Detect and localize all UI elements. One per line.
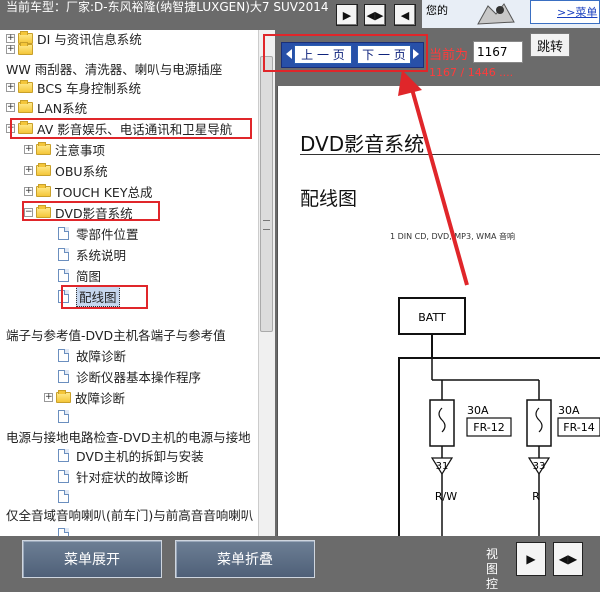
split-icon: ◀▶ <box>558 552 578 566</box>
folder-icon <box>18 41 33 55</box>
view-single-button[interactable]: ▶ <box>516 542 546 576</box>
arrow-left-icon: ◀ <box>400 8 410 22</box>
fuse-2 <box>526 399 552 447</box>
tree-row[interactable]: + 注意事项 <box>24 139 105 159</box>
page-number-input[interactable] <box>473 41 523 63</box>
tree-row[interactable]: + OBU系统 <box>24 160 108 180</box>
tree-leaf[interactable]: 简图 <box>58 265 101 285</box>
document-icon <box>58 226 69 240</box>
show-left-button[interactable]: ◀ <box>394 4 416 26</box>
tree-leaf[interactable]: 系统说明 <box>58 244 126 264</box>
document-icon <box>58 247 69 261</box>
tree-leaf[interactable] <box>58 406 76 426</box>
tree-row[interactable]: + <box>6 39 37 59</box>
catalog-tree: + DI 与资讯信息系统 + WW 雨刮器、清洗器、喇叭与电源插座 + BCS 车身… <box>0 30 274 536</box>
tree-leaf[interactable] <box>58 486 76 506</box>
tree-row[interactable]: 端子与参考值-DVD主机各端子与参考值 <box>6 324 226 344</box>
document-icon <box>58 527 69 536</box>
fuse-box <box>398 357 600 536</box>
banner-text: 您的 <box>426 4 448 17</box>
fuse-1-amp: 30A <box>467 404 489 417</box>
tree-leaf[interactable] <box>58 524 76 536</box>
page-count: 1167 / 1446 .... <box>429 66 514 79</box>
tree-row[interactable]: + BCS 车身控制系统 <box>6 77 141 97</box>
fuse-2-name: FR-14 <box>563 421 595 434</box>
view-split-button[interactable]: ◀▶ <box>553 542 583 576</box>
current-car-label: 当前车型：厂家:D-东风裕隆(纳智捷LUXGEN)大7 SUV2014 <box>6 0 329 14</box>
pin-31: 31 <box>436 461 449 472</box>
expand-menu-button[interactable]: 菜单展开 <box>22 540 162 578</box>
folder-icon <box>18 79 33 93</box>
expand-icon[interactable]: + <box>6 102 15 112</box>
highlight-pager <box>263 34 428 72</box>
document-icon <box>58 489 69 503</box>
fuse-1 <box>429 399 455 447</box>
collapse-menu-button[interactable]: 菜单折叠 <box>175 540 315 578</box>
expand-icon[interactable]: + <box>44 392 53 402</box>
tree-row[interactable]: 仅全音域音响喇叭(前车门)与前高音音响喇叭 <box>6 504 253 524</box>
wiring-diagram: BATT 30A FR-12 30A FR-14 31 33 . R/W R <box>398 297 600 536</box>
tree-leaf[interactable]: 零部件位置 <box>58 223 139 243</box>
fuse-1-name: FR-12 <box>473 421 505 434</box>
document-icon <box>58 469 69 483</box>
tree-row[interactable]: + TOUCH KEY总成 <box>24 181 152 201</box>
pin-33: 33 <box>533 461 546 472</box>
document-icon <box>58 348 69 362</box>
tree-leaf[interactable]: 故障诊断 <box>58 345 126 365</box>
folder-icon <box>56 389 71 403</box>
document-subtitle: 配线图 <box>300 188 358 210</box>
expand-icon[interactable]: + <box>24 165 33 175</box>
arrow-right-icon: ▶ <box>342 8 352 22</box>
folder-icon <box>18 99 33 113</box>
expand-icon[interactable]: + <box>24 144 33 154</box>
tree-row[interactable]: + LAN系统 <box>6 97 87 117</box>
split-icon: ◀▶ <box>366 8 384 22</box>
tree-leaf[interactable]: 诊断仪器基本操作程序 <box>58 366 201 386</box>
scroll-grip-icon <box>263 220 270 230</box>
title-rule <box>300 154 600 155</box>
document-icon <box>58 369 69 383</box>
tree-scroll-thumb[interactable] <box>260 56 273 332</box>
tree-row[interactable]: + 故障诊断 <box>44 387 125 407</box>
diagram-caption: 1 DIN CD, DVD, MP3, WMA 音响 <box>390 232 515 241</box>
mascot-image <box>470 0 524 28</box>
document-icon <box>58 268 69 282</box>
folder-icon <box>36 162 51 176</box>
fuse-2-amp: 30A <box>558 404 580 417</box>
arrow-right-icon: ▶ <box>526 552 536 566</box>
tree-row[interactable]: 电源与接地电路检查-DVD主机的电源与接地 <box>6 426 251 446</box>
jump-button[interactable]: 跳转 <box>530 33 570 57</box>
menu-link[interactable]: >>菜单 <box>530 0 600 24</box>
tree-row[interactable]: WW 雨刮器、清洗器、喇叭与电源插座 <box>6 58 222 78</box>
document-icon <box>58 409 69 423</box>
folder-icon <box>36 183 51 197</box>
view-control-label: 视图控 <box>486 547 499 591</box>
document-icon <box>58 448 69 462</box>
expand-icon[interactable]: + <box>6 44 15 54</box>
batt-label: BATT <box>418 311 446 324</box>
tree-leaf[interactable]: DVD主机的拆卸与安装 <box>58 445 204 465</box>
highlight-wiring <box>61 285 148 309</box>
split-view-button[interactable]: ◀▶ <box>364 4 386 26</box>
show-right-button[interactable]: ▶ <box>336 4 358 26</box>
tree-leaf[interactable]: 针对症状的故障诊断 <box>58 466 189 486</box>
folder-icon <box>36 141 51 155</box>
expand-icon[interactable]: + <box>24 186 33 196</box>
highlight-dvd <box>22 201 160 221</box>
expand-icon[interactable]: + <box>6 82 15 92</box>
wire-rw: R/W <box>435 490 457 503</box>
highlight-av <box>10 118 252 139</box>
current-page-label: 当前为 <box>429 48 469 63</box>
wire-r: R <box>532 490 540 503</box>
document-title: DVD影音系统 <box>300 132 425 156</box>
